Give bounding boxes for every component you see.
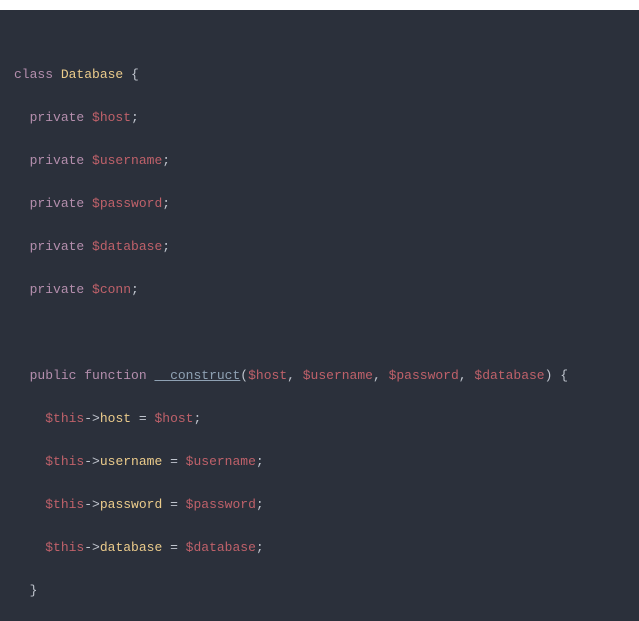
punct: { <box>123 67 139 82</box>
punct: ; <box>256 454 264 469</box>
code-line: } <box>14 580 639 602</box>
keyword: private <box>30 110 85 125</box>
punct: , <box>373 368 389 383</box>
variable: $this <box>45 497 84 512</box>
punct: ; <box>162 239 170 254</box>
punct: = <box>162 454 185 469</box>
punct: ; <box>193 411 201 426</box>
variable: $password <box>92 196 162 211</box>
code-line: $this->password = $password; <box>14 494 639 516</box>
variable: $database <box>474 368 544 383</box>
code-line: private $password; <box>14 193 639 215</box>
punct: ; <box>256 497 264 512</box>
punct: ; <box>131 282 139 297</box>
window-topbar <box>0 0 639 10</box>
punct: = <box>162 497 185 512</box>
punct: ; <box>162 196 170 211</box>
punct: ( <box>240 368 248 383</box>
variable: $host <box>248 368 287 383</box>
code-line: $this->host = $host; <box>14 408 639 430</box>
variable: $this <box>45 411 84 426</box>
punct: -> <box>84 497 100 512</box>
punct: -> <box>84 411 100 426</box>
code-line: $this->username = $username; <box>14 451 639 473</box>
keyword: public <box>30 368 77 383</box>
code-line: private $conn; <box>14 279 639 301</box>
punct: -> <box>84 454 100 469</box>
variable: $username <box>303 368 373 383</box>
property: database <box>100 540 162 555</box>
punct: = <box>162 540 185 555</box>
variable: $password <box>186 497 256 512</box>
keyword: private <box>30 196 85 211</box>
keyword: private <box>30 282 85 297</box>
keyword: function <box>84 368 146 383</box>
variable: $database <box>92 239 162 254</box>
variable: $host <box>92 110 131 125</box>
variable: $password <box>389 368 459 383</box>
variable: $conn <box>92 282 131 297</box>
code-line: private $database; <box>14 236 639 258</box>
code-line <box>14 322 639 344</box>
punct: ; <box>131 110 139 125</box>
property: username <box>100 454 162 469</box>
punct: } <box>30 583 38 598</box>
code-editor: class Database { private $host; private … <box>0 10 639 621</box>
punct: ; <box>162 153 170 168</box>
variable: $this <box>45 540 84 555</box>
variable: $database <box>186 540 256 555</box>
keyword: private <box>30 239 85 254</box>
code-line: private $username; <box>14 150 639 172</box>
property: password <box>100 497 162 512</box>
punct: -> <box>84 540 100 555</box>
punct: = <box>131 411 154 426</box>
keyword: class <box>14 67 53 82</box>
code-line: private $host; <box>14 107 639 129</box>
punct: ; <box>256 540 264 555</box>
code-line: $this->database = $database; <box>14 537 639 559</box>
keyword: private <box>30 153 85 168</box>
property: host <box>100 411 131 426</box>
punct: ) { <box>545 368 568 383</box>
function-name: __construct <box>154 368 240 383</box>
variable: $host <box>154 411 193 426</box>
punct: , <box>459 368 475 383</box>
code-line: class Database { <box>14 64 639 86</box>
class-name: Database <box>61 67 123 82</box>
code-line: public function __construct($host, $user… <box>14 365 639 387</box>
variable: $this <box>45 454 84 469</box>
punct: , <box>287 368 303 383</box>
variable: $username <box>92 153 162 168</box>
variable: $username <box>186 454 256 469</box>
